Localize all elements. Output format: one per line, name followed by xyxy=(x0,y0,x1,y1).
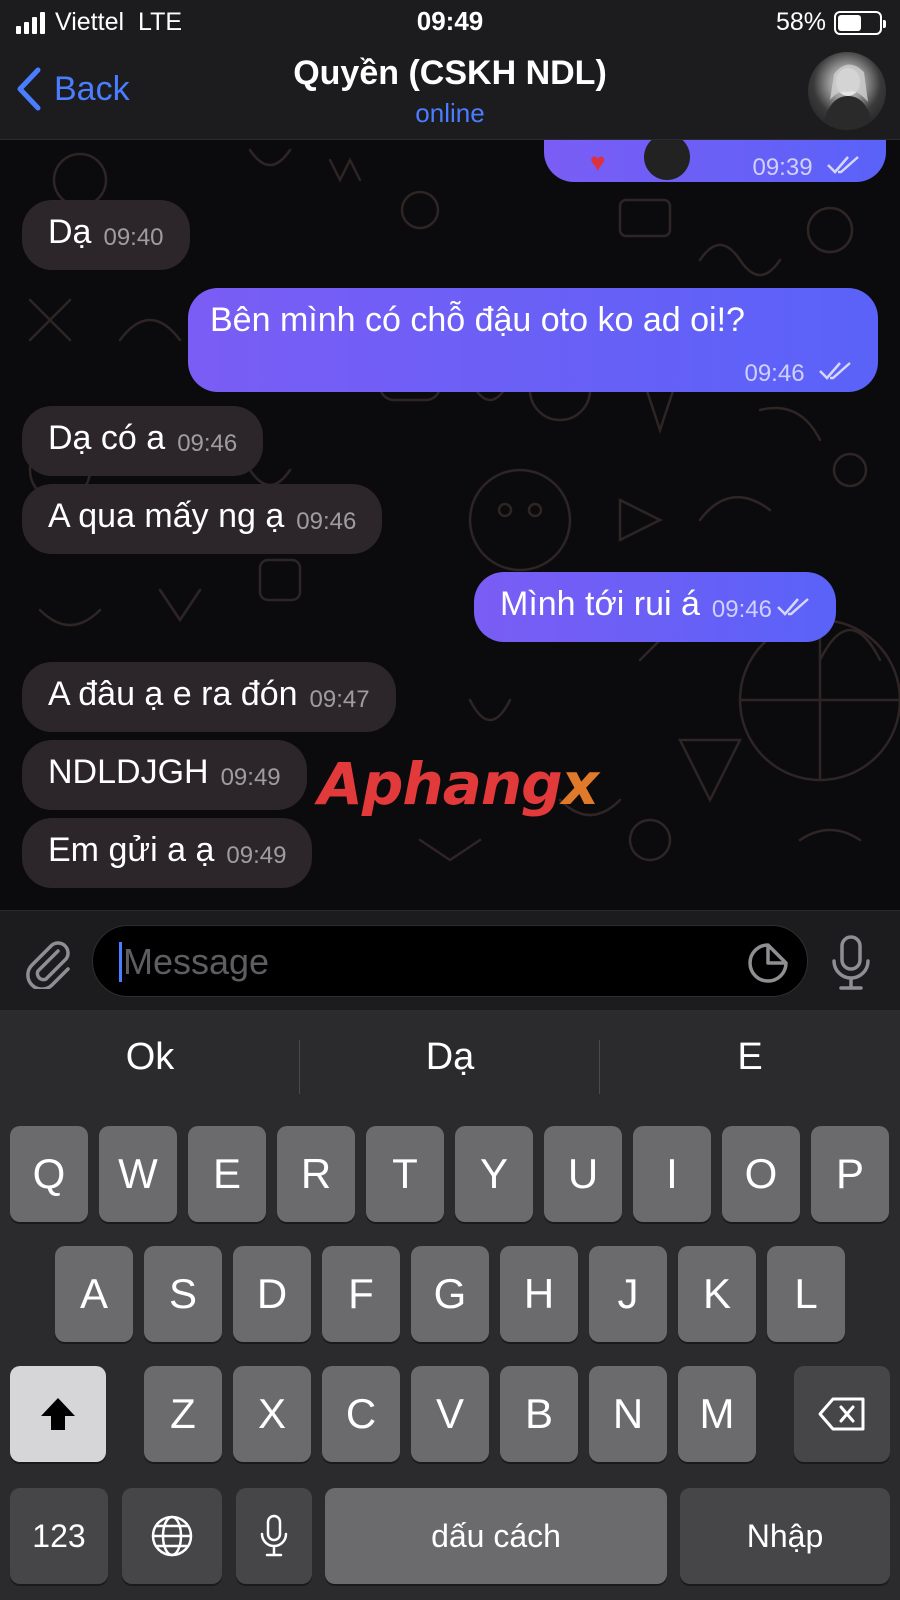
double-check-icon xyxy=(819,362,851,380)
message-incoming[interactable]: Em gửi a ạ 09:49 xyxy=(22,818,313,888)
avatar[interactable] xyxy=(808,52,886,130)
key-c[interactable]: C xyxy=(322,1366,400,1462)
status-time: 09:49 xyxy=(416,6,484,36)
key-i[interactable]: I xyxy=(633,1126,711,1222)
message-time: 09:49 xyxy=(226,842,287,869)
key-m[interactable]: M xyxy=(678,1366,756,1462)
key-n[interactable]: N xyxy=(589,1366,667,1462)
suggestion-item[interactable]: E xyxy=(600,1036,900,1079)
suggestion-item[interactable]: Ok xyxy=(0,1036,300,1079)
key-p[interactable]: P xyxy=(811,1126,889,1222)
message-time: 09:46 xyxy=(744,360,805,387)
sticker-icon[interactable] xyxy=(747,942,789,984)
battery-percent: 58% xyxy=(775,8,826,36)
message-time: 09:47 xyxy=(309,686,370,713)
space-key[interactable]: dấu cách xyxy=(325,1488,667,1584)
dictation-key[interactable] xyxy=(236,1488,312,1584)
return-key[interactable]: Nhập xyxy=(680,1488,890,1584)
message-outgoing[interactable]: Mình tới rui á 09:46 xyxy=(474,572,836,642)
key-z[interactable]: Z xyxy=(144,1366,222,1462)
numbers-key[interactable]: 123 xyxy=(10,1488,108,1584)
shift-key[interactable] xyxy=(10,1366,106,1462)
message-text: A đâu ạ e ra đón xyxy=(48,675,298,713)
message-text: Bên mình có chỗ đậu oto ko ad oi!? xyxy=(210,301,745,339)
message-text: A qua mấy ng ạ xyxy=(48,497,285,535)
key-k[interactable]: K xyxy=(678,1246,756,1342)
chat-title[interactable]: Quyền (CSKH NDL) xyxy=(0,54,900,93)
microphone-icon xyxy=(260,1514,288,1557)
key-h[interactable]: H xyxy=(500,1246,578,1342)
message-text: Em gửi a ạ xyxy=(48,831,215,869)
globe-key[interactable] xyxy=(122,1488,222,1584)
keyboard: Ok Dạ E Q W E R T Y U I O P A S D F G H … xyxy=(0,1010,900,1600)
key-e[interactable]: E xyxy=(188,1126,266,1222)
key-u[interactable]: U xyxy=(544,1126,622,1222)
key-r[interactable]: R xyxy=(277,1126,355,1222)
message-text: Dạ xyxy=(48,213,92,251)
key-x[interactable]: X xyxy=(233,1366,311,1462)
key-a[interactable]: A xyxy=(55,1246,133,1342)
avatar-image xyxy=(822,64,874,130)
message-input-bar xyxy=(0,910,900,1010)
key-b[interactable]: B xyxy=(500,1366,578,1462)
double-check-icon xyxy=(777,598,809,616)
watermark-logo: Aphangx xyxy=(318,750,599,818)
key-g[interactable]: G xyxy=(411,1246,489,1342)
key-q[interactable]: Q xyxy=(10,1126,88,1222)
message-text: Mình tới rui á xyxy=(500,585,700,623)
key-d[interactable]: D xyxy=(233,1246,311,1342)
paperclip-icon[interactable] xyxy=(22,937,74,989)
key-f[interactable]: F xyxy=(322,1246,400,1342)
message-time: 09:39 xyxy=(752,154,813,181)
message-text: Dạ có a xyxy=(48,419,166,457)
key-o[interactable]: O xyxy=(722,1126,800,1222)
message-incoming[interactable]: Dạ có a 09:46 xyxy=(22,406,264,476)
backspace-icon xyxy=(818,1397,865,1431)
reaction-avatar xyxy=(644,140,690,180)
globe-icon xyxy=(151,1515,193,1557)
message-time: 09:49 xyxy=(220,764,281,791)
message-time: 09:46 xyxy=(177,430,238,457)
message-outgoing[interactable]: Bên mình có chỗ đậu oto ko ad oi!? 09:46 xyxy=(188,288,878,392)
double-check-icon xyxy=(827,156,859,174)
message-field[interactable] xyxy=(92,925,808,997)
suggestion-item[interactable]: Dạ xyxy=(300,1036,600,1079)
key-t[interactable]: T xyxy=(366,1126,444,1222)
message-incoming[interactable]: NDLDJGH 09:49 xyxy=(22,740,307,810)
key-l[interactable]: L xyxy=(767,1246,845,1342)
chat-area[interactable]: ♥ 09:39 Dạ 09:40 Bên mình có chỗ đậu oto … xyxy=(0,140,900,910)
status-right: 58% xyxy=(775,8,886,37)
heart-icon: ♥ xyxy=(590,147,606,177)
battery-icon xyxy=(834,10,886,35)
suggestion-bar: Ok Dạ E xyxy=(0,1010,900,1122)
message-input[interactable] xyxy=(123,936,703,988)
key-s[interactable]: S xyxy=(144,1246,222,1342)
message-text: NDLDJGH xyxy=(48,753,209,791)
message-time: 09:40 xyxy=(103,224,164,251)
microphone-icon[interactable] xyxy=(828,933,874,991)
key-w[interactable]: W xyxy=(99,1126,177,1222)
text-caret xyxy=(119,942,122,982)
chat-status: online xyxy=(415,98,485,128)
status-bar: Viettel LTE 09:49 58% xyxy=(0,0,900,44)
message-incoming[interactable]: A đâu ạ e ra đón 09:47 xyxy=(22,662,396,732)
shift-arrow-icon xyxy=(41,1398,75,1430)
key-j[interactable]: J xyxy=(589,1246,667,1342)
message-incoming[interactable]: Dạ 09:40 xyxy=(22,200,190,270)
key-v[interactable]: V xyxy=(411,1366,489,1462)
chat-header: Back Quyền (CSKH NDL) online xyxy=(0,44,900,140)
key-y[interactable]: Y xyxy=(455,1126,533,1222)
backspace-key[interactable] xyxy=(794,1366,890,1462)
message-time: 09:46 xyxy=(296,508,357,535)
message-incoming[interactable]: A qua mấy ng ạ 09:46 xyxy=(22,484,383,554)
message-time: 09:46 xyxy=(711,596,772,623)
message-outgoing[interactable]: ♥ 09:39 xyxy=(544,140,886,182)
